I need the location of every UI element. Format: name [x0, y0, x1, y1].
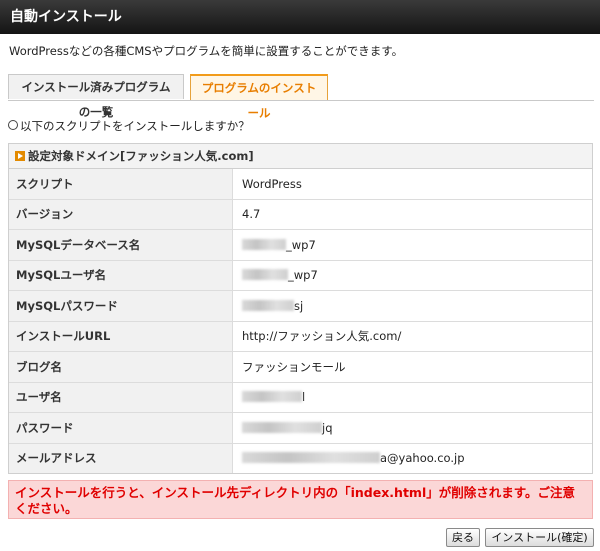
table-row: ユーザ名 l [9, 381, 592, 413]
row-value-install-url: http://ファッション人気.com/ [232, 320, 592, 352]
row-label-db-name: MySQLデータベース名 [9, 229, 233, 260]
table-row: MySQLデータベース名 _wp7 [9, 229, 592, 260]
table-row: スクリプト WordPress [9, 169, 592, 199]
row-value-version: 4.7 [232, 198, 592, 230]
install-confirm-button[interactable]: インストール(確定) [485, 528, 594, 547]
row-value-password: jq [232, 412, 592, 443]
row-label-version: バージョン [9, 198, 233, 230]
row-label-db-password: MySQLパスワード [9, 290, 233, 321]
table-row: メールアドレス a@yahoo.co.jp [9, 442, 592, 473]
redacted-mask [242, 238, 286, 250]
panel-title: 設定対象ドメイン[ファッション人気.com] [28, 149, 254, 163]
confirm-question-text: 以下のスクリプトをインストールしますか？ [20, 119, 250, 133]
db-password-visible: sj [294, 298, 304, 313]
table-row: パスワード jq [9, 412, 592, 443]
db-name-visible: _wp7 [286, 237, 316, 252]
warning-message: インストールを行うと、インストール先ディレクトリ内の「index.html」が削… [8, 480, 593, 519]
row-value-email: a@yahoo.co.jp [232, 442, 592, 473]
username-visible: l [302, 390, 306, 405]
table-row: バージョン 4.7 [9, 198, 592, 230]
redacted-mask [242, 299, 294, 311]
settings-table: スクリプト WordPress バージョン 4.7 MySQLデータベース名 _… [9, 169, 592, 473]
confirm-question: 以下のスクリプトをインストールしますか？ [8, 118, 250, 134]
panel-header: 設定対象ドメイン[ファッション人気.com] [9, 144, 592, 169]
tab-bar: インストール済みプログラムの一覧 プログラムのインストール [8, 74, 594, 120]
redacted-mask [242, 421, 322, 433]
arrow-right-icon [15, 151, 25, 161]
row-label-password: パスワード [9, 412, 233, 443]
email-visible: a@yahoo.co.jp [380, 451, 465, 466]
settings-panel: 設定対象ドメイン[ファッション人気.com] スクリプト WordPress バ… [8, 143, 593, 474]
circle-icon [8, 120, 18, 130]
row-label-email: メールアドレス [9, 442, 233, 473]
row-value-username: l [232, 381, 592, 413]
row-label-db-user: MySQLユーザ名 [9, 259, 233, 291]
row-label-script: スクリプト [9, 169, 233, 199]
tab-installed-programs[interactable]: インストール済みプログラムの一覧 [8, 74, 184, 119]
row-value-db-password: sj [232, 290, 592, 321]
redacted-mask [242, 452, 380, 464]
page-title: 自動インストール [0, 0, 600, 34]
row-label-username: ユーザ名 [9, 381, 233, 413]
redacted-mask [242, 391, 302, 403]
table-row: MySQLパスワード sj [9, 290, 592, 321]
row-label-blog-name: ブログ名 [9, 351, 233, 382]
row-value-db-name: _wp7 [232, 229, 592, 260]
redacted-mask [242, 269, 288, 281]
table-row: MySQLユーザ名 _wp7 [9, 259, 592, 291]
tab-program-install[interactable]: プログラムのインストール [190, 74, 328, 120]
row-value-script: WordPress [242, 176, 302, 191]
table-row: ブログ名 ファッションモール [9, 351, 592, 382]
back-button[interactable]: 戻る [446, 528, 480, 547]
password-visible: jq [322, 420, 333, 435]
row-label-install-url: インストールURL [9, 320, 233, 352]
table-row: インストールURL http://ファッション人気.com/ [9, 320, 592, 352]
db-user-visible: _wp7 [288, 268, 318, 283]
row-value-blog-name: ファッションモール [232, 351, 592, 382]
row-value-db-user: _wp7 [232, 259, 592, 291]
page-description: WordPressなどの各種CMSやプログラムを簡単に設置することができます。 [9, 44, 404, 58]
